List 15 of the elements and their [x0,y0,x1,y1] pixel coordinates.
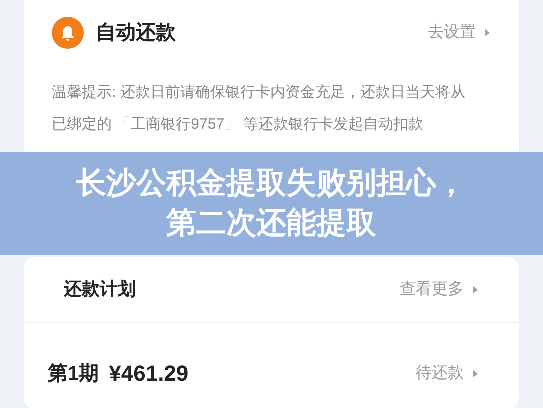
bell-icon [52,17,84,49]
installment-amount: ¥461.29 [109,360,189,388]
banner-title: 第二次还能提取 [166,206,376,242]
tip-text: 已绑定的 「工商银行9757」 等还款银行卡发起自动扣款 [52,115,425,135]
tip-text: 温馨提示: 还款日前请确保银行卡内资金充足，还款日当天将从 [52,83,466,103]
section-title: 自动还款 [96,21,176,46]
settings-link[interactable]: 去设置 [428,21,491,45]
caret-icon [472,284,479,294]
more-link[interactable]: 查看更多 [400,278,479,302]
banner-title: 长沙公积金提取失败别担心， [76,166,466,202]
status-link[interactable]: 待还款 [416,362,479,386]
installment-period: 第1期 [48,362,100,386]
caret-icon [472,368,479,378]
caret-icon [484,28,491,38]
section-title: 还款计划 [64,278,136,301]
